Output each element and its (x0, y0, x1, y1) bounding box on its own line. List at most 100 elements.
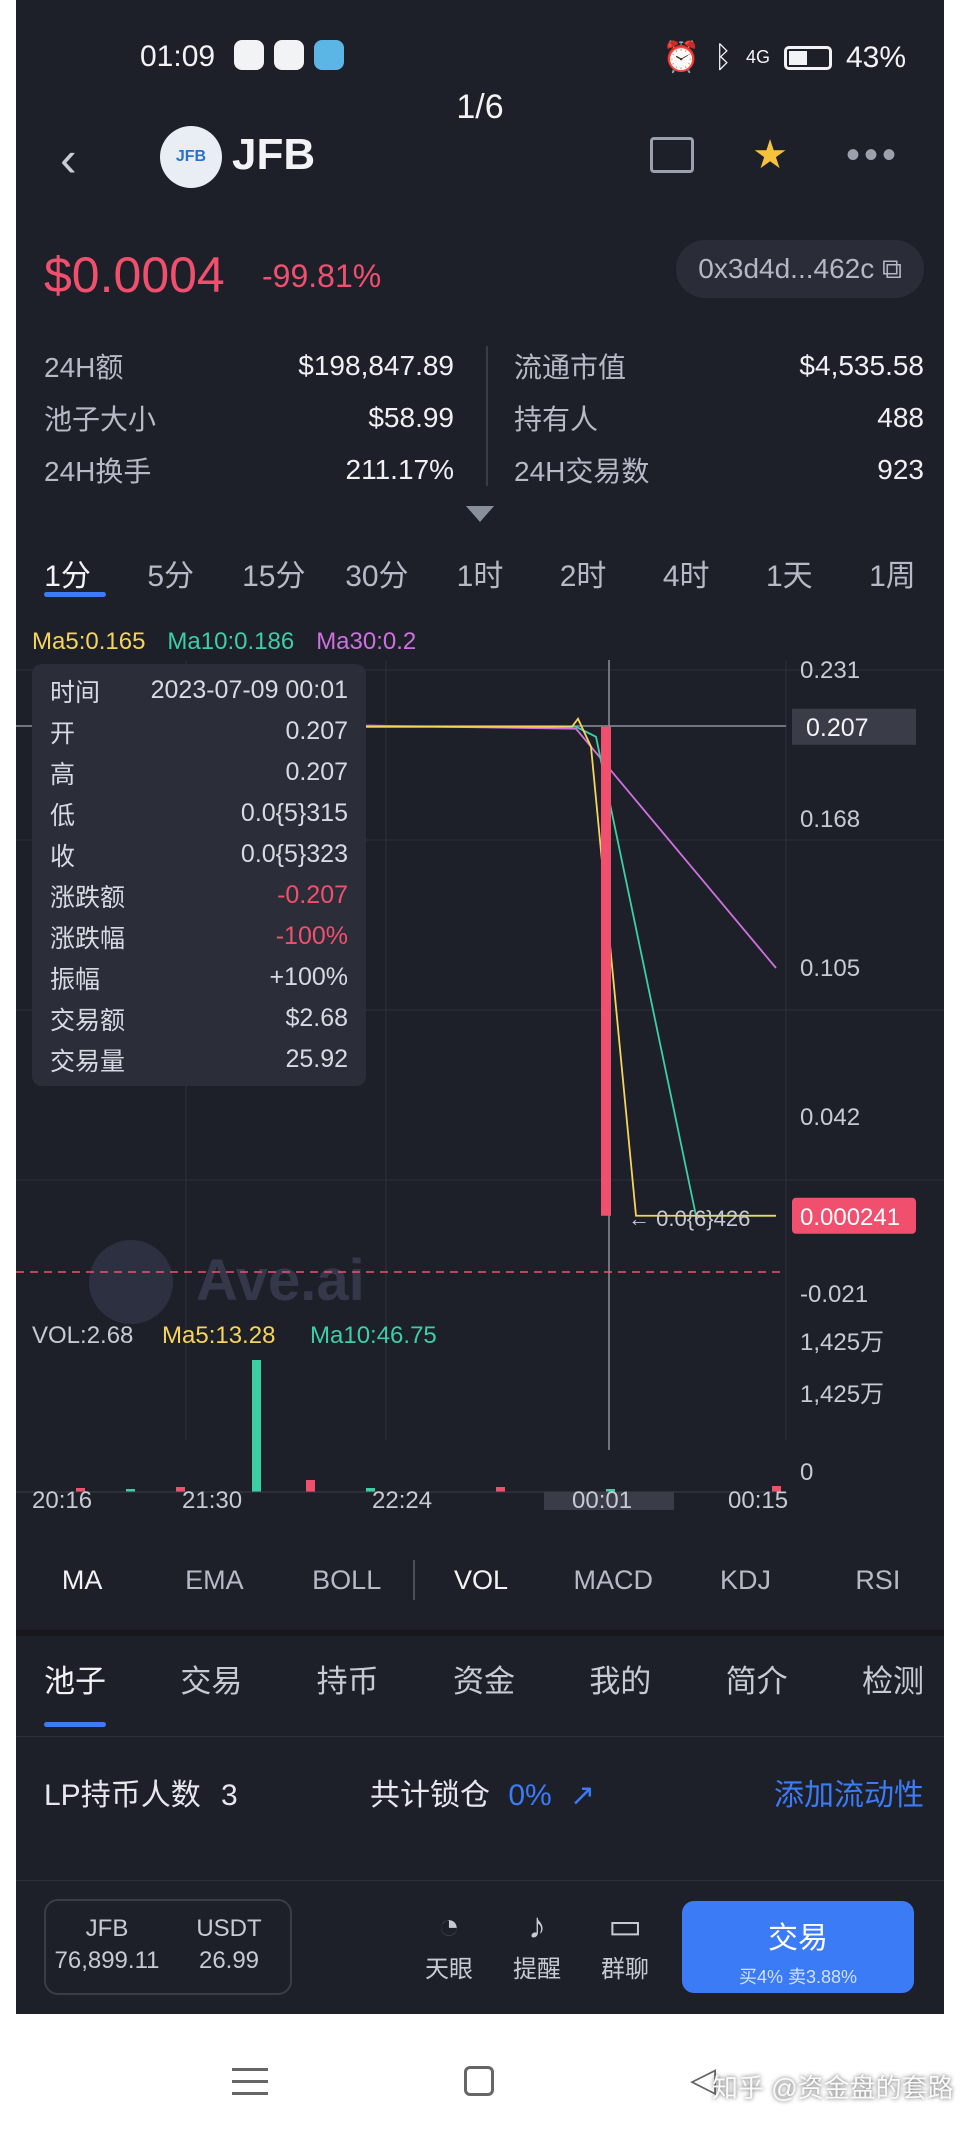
vol-ma10-legend: Ma10:46.75 (310, 1322, 437, 1349)
more-icon[interactable]: ••• (846, 133, 900, 178)
chart-icon[interactable] (650, 137, 695, 173)
group-chat-button[interactable]: ▭ 群聊 (600, 1905, 650, 1984)
ind-boll[interactable]: BOLL (281, 1550, 413, 1610)
stat-row: 24H额 $198,847.89 (44, 340, 454, 392)
tab-2h[interactable]: 2时 (532, 552, 635, 622)
tooltip-key: 开 (50, 719, 76, 748)
tooltip-value: 0.207 (285, 717, 348, 745)
volume-bar (252, 1360, 261, 1492)
favorite-star-icon[interactable]: ★ (752, 132, 788, 178)
trade-button[interactable]: 交易 买4% 卖3.88% (682, 1901, 914, 1993)
x-tick-label: 22:24 (372, 1487, 432, 1510)
tab-pool[interactable]: 池子 (44, 1650, 106, 1730)
volume-marks (16, 1360, 786, 1493)
vol-y-tick-mid: 1,425万 (800, 1381, 884, 1408)
wechat-icon (234, 40, 264, 70)
tab-15m[interactable]: 15分 (222, 552, 325, 622)
zhihu-watermark: 知乎 @资金盘的套路 (712, 2073, 954, 2103)
tooltip-key: 高 (50, 760, 76, 789)
section-divider (16, 1630, 944, 1636)
price-row: $0.0004 -99.81% 0x3d4d...462c ⧉ (44, 240, 924, 310)
top-navbar: ‹ JFB JFB ★ ••• (16, 120, 944, 196)
x-tick-label: 00:01 (572, 1487, 632, 1510)
ma5-label: Ma5:0.165 (32, 628, 146, 655)
copy-icon: ⧉ (882, 253, 902, 284)
chat-icon: ▭ (607, 1905, 642, 1946)
stats-left: 24H额 $198,847.89 池子大小 $58.99 24H换手 211.17% (44, 340, 454, 496)
tab-trades[interactable]: 交易 (180, 1650, 242, 1730)
stat-key: 流通市值 (514, 352, 627, 383)
x-tick-label: 21:30 (182, 1487, 242, 1510)
tab-4h[interactable]: 4时 (635, 552, 738, 622)
tab-funds[interactable]: 资金 (453, 1650, 515, 1730)
tooltip-value: 0.0{5}323 (240, 840, 348, 868)
tab-30m[interactable]: 30分 (325, 552, 428, 622)
ave-logo-icon (89, 1240, 173, 1324)
gauge-icon: ◔ (438, 1905, 460, 1946)
stat-row: 24H换手 211.17% (44, 444, 454, 496)
add-liquidity-link[interactable]: 添加流动性 (774, 1770, 924, 1814)
current-price-label: 0.207 (806, 714, 869, 742)
wallet-symbol: USDT (196, 1915, 262, 1942)
stat-value: $198,847.89 (298, 350, 454, 381)
last-price-label: 0.000241 (800, 1204, 900, 1231)
ind-macd[interactable]: MACD (547, 1550, 679, 1610)
tab-audit[interactable]: 检测 (862, 1650, 924, 1730)
bluetooth-icon: ᛒ (713, 40, 732, 74)
wallet-symbol: JFB (85, 1915, 129, 1942)
tooltip-value: 25.92 (285, 1045, 348, 1073)
stat-row: 24H交易数 923 (514, 444, 924, 496)
tooltip-value: -0.207 (277, 881, 348, 909)
stat-key: 24H换手 (44, 456, 152, 487)
tooltip-value: 0.0{5}315 (240, 799, 348, 827)
tooltip-key: 收 (50, 842, 76, 871)
tab-1d[interactable]: 1天 (738, 552, 841, 622)
tab-intro[interactable]: 简介 (726, 1650, 788, 1730)
tooltip-key: 交易量 (50, 1047, 126, 1076)
ind-vol[interactable]: VOL (415, 1550, 547, 1610)
back-icon[interactable]: ‹ (60, 130, 77, 188)
tooltip-row: 交易量 25.92 (50, 1039, 348, 1080)
x-axis-ticks: 20:16 21:30 22:24 00:01 00:15 (32, 1487, 788, 1510)
vol-ma5-legend: Ma5:13.28 (162, 1322, 275, 1349)
ind-rsi[interactable]: RSI (812, 1550, 944, 1610)
menu-icon[interactable] (232, 2068, 268, 2104)
stat-value: 211.17% (345, 454, 454, 485)
wallet-amount: 76,899.11 (54, 1947, 160, 1974)
ind-kdj[interactable]: KDJ (679, 1550, 811, 1610)
external-link-icon[interactable]: ↗ (570, 1779, 595, 1812)
tab-5m[interactable]: 5分 (119, 552, 222, 622)
ma30-label: Ma30:0.2 (316, 628, 417, 655)
stat-value: 923 (877, 454, 924, 485)
expand-caret-icon[interactable] (466, 506, 494, 522)
lp-info-row: LP持币人数 3 共计锁仓 0% ↗ 添加流动性 (44, 1760, 924, 1820)
tab-mine[interactable]: 我的 (589, 1650, 651, 1730)
tooltip-key: 交易额 (50, 1006, 126, 1035)
y-tick-label: 0.042 (800, 1104, 860, 1131)
tab-divider (16, 1736, 944, 1737)
volume-bar (306, 1480, 315, 1492)
stat-value: $4,535.58 (799, 350, 924, 381)
alert-button[interactable]: ♪ 提醒 (512, 1905, 562, 1984)
home-icon[interactable] (464, 2066, 494, 2096)
tab-1h[interactable]: 1时 (428, 552, 531, 622)
vol-y-tick-zero: 0 (800, 1459, 813, 1486)
stats-divider (486, 346, 488, 486)
ind-ma[interactable]: MA (16, 1550, 148, 1610)
tab-1w[interactable]: 1周 (841, 552, 944, 622)
skyeye-button[interactable]: ◔ 天眼 (424, 1905, 474, 1984)
tab-1m[interactable]: 1分 (16, 552, 119, 622)
ind-ema[interactable]: EMA (148, 1550, 280, 1610)
wallet-balances[interactable]: JFB 76,899.11 USDT 26.99 (44, 1899, 292, 1995)
stats-right: 流通市值 $4,535.58 持有人 488 24H交易数 923 (514, 340, 924, 496)
y-tick-label: 0.231 (800, 660, 860, 684)
tab-holders[interactable]: 持币 (317, 1650, 379, 1730)
lp-lock-pct[interactable]: 0% (508, 1779, 551, 1812)
timeframe-tabs: 1分 5分 15分 30分 1时 2时 4时 1天 1周 (16, 552, 944, 622)
y-tick-label: 0.168 (800, 806, 860, 833)
stat-key: 池子大小 (44, 404, 157, 435)
tooltip-value: $2.68 (285, 1004, 348, 1032)
wallet-usdt: USDT 26.99 (168, 1901, 290, 1993)
candle-tooltip: 时间 2023-07-09 00:01 开 0.207 高 0.207 低 0.0{5}315… (32, 664, 366, 1086)
contract-address-button[interactable]: 0x3d4d...462c ⧉ (676, 240, 924, 298)
